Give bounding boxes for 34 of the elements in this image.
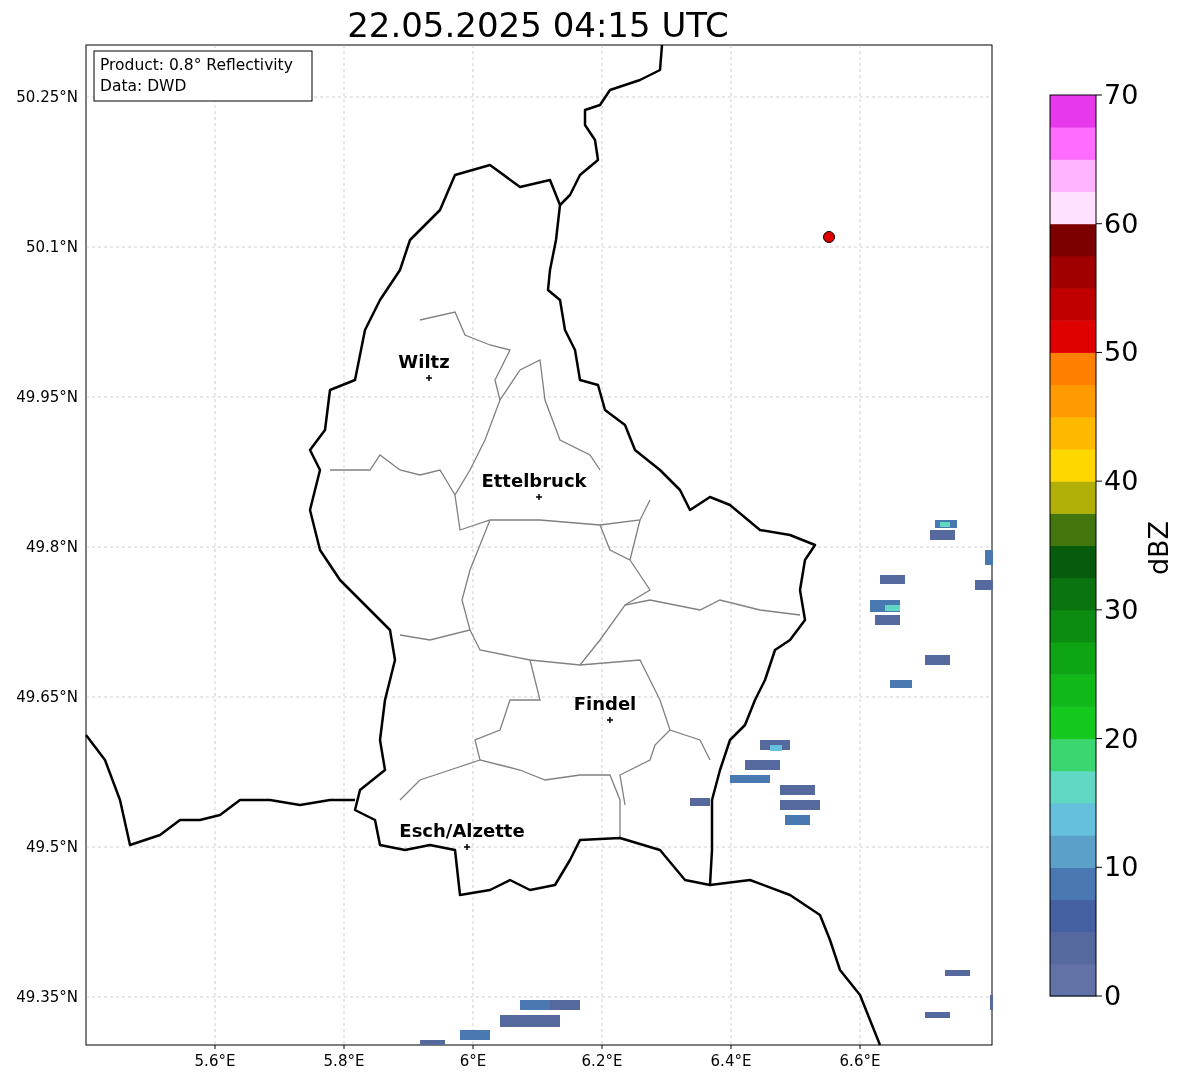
info-text: Data: DWD [100, 77, 187, 95]
x-tick-label: 5.6°E [194, 1052, 236, 1070]
colorbar-tick-label: 0 [1104, 980, 1122, 1011]
y-tick-label: 49.35°N [16, 988, 78, 1006]
colorbar-tick-label: 30 [1104, 593, 1139, 625]
colorbar-tick-label: 50 [1104, 336, 1139, 368]
city-marker-icon [425, 374, 433, 382]
colorbar-label: dBZ [1143, 520, 1174, 576]
y-tick-label: 49.5°N [25, 838, 78, 856]
city-marker-icon [606, 716, 614, 724]
city-marker-icon [463, 843, 471, 851]
chart-title: 22.05.2025 04:15 UTC [347, 5, 729, 45]
colorbar-tick-label: 40 [1104, 465, 1139, 497]
city-label: Ettelbruck [481, 470, 587, 491]
city-label: Wiltz [398, 351, 450, 372]
x-tick-label: 6.6°E [839, 1052, 881, 1070]
colorbar-tick-label: 60 [1104, 207, 1139, 239]
radar-site-marker [823, 231, 835, 243]
x-tick-label: 5.8°E [323, 1052, 365, 1070]
y-tick-label: 49.8°N [25, 538, 78, 556]
city-marker-icon [535, 493, 543, 501]
y-tick-label: 50.1°N [25, 238, 78, 256]
info-text: Product: 0.8° Reflectivity [100, 56, 293, 74]
x-tick-label: 6.4°E [710, 1052, 752, 1070]
y-tick-label: 49.65°N [16, 688, 78, 706]
x-tick-label: 6.2°E [581, 1052, 623, 1070]
y-tick-label: 50.25°N [16, 88, 78, 106]
city-label: Findel [573, 693, 637, 714]
y-tick-label: 49.95°N [16, 388, 78, 406]
colorbar-tick-label: 70 [1104, 79, 1139, 110]
x-tick-label: 6°E [459, 1052, 487, 1070]
city-label: Esch/Alzette [399, 820, 525, 841]
colorbar-tick-label: 20 [1104, 722, 1139, 754]
colorbar-tick-label: 10 [1104, 851, 1139, 883]
